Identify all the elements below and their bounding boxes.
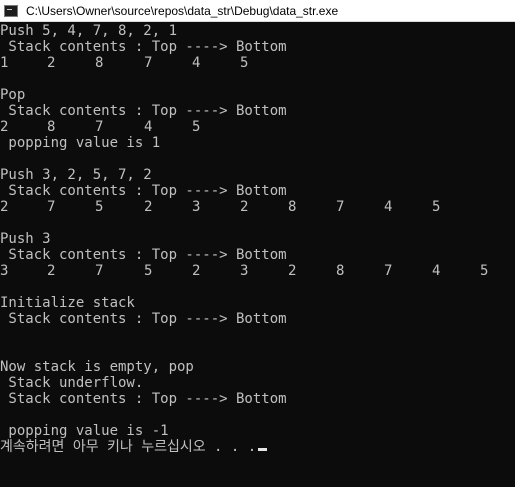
output-line: Push 3 <box>0 231 51 247</box>
stack-value: 5 <box>432 199 441 215</box>
output-line: popping value is 1 <box>0 135 161 151</box>
stack-value: 2 <box>240 199 249 215</box>
stack-value: 7 <box>95 119 104 135</box>
stack-value: 5 <box>144 263 153 279</box>
title-bar[interactable]: C:\Users\Owner\source\repos\data_str\Deb… <box>0 0 515 22</box>
stack-values-row: 2 8 7 4 5 <box>0 119 515 135</box>
stack-value: 2 <box>288 263 297 279</box>
stack-value: 5 <box>192 119 201 135</box>
stack-value: 2 <box>47 263 56 279</box>
stack-value: 5 <box>95 199 104 215</box>
console-window: C:\Users\Owner\source\repos\data_str\Deb… <box>0 0 515 487</box>
output-line: Initialize stack <box>0 295 135 311</box>
stack-values-row: 1 2 8 7 4 5 <box>0 55 515 71</box>
stack-value: 8 <box>47 119 56 135</box>
stack-value: 2 <box>192 263 201 279</box>
stack-value: 3 <box>192 199 201 215</box>
stack-value: 8 <box>95 55 104 71</box>
stack-value: 5 <box>480 263 489 279</box>
output-line: popping value is -1 <box>0 423 169 439</box>
stack-value: 4 <box>144 119 153 135</box>
stack-value: 5 <box>240 55 249 71</box>
stack-value: 2 <box>0 199 9 215</box>
output-line: Push 3, 2, 5, 7, 2 <box>0 167 152 183</box>
stack-value: 7 <box>95 263 104 279</box>
output-line: Now stack is empty, pop <box>0 359 194 375</box>
output-line: Stack contents : Top ----> Bottom <box>0 103 287 119</box>
stack-value: 7 <box>47 199 56 215</box>
stack-value: 2 <box>144 199 153 215</box>
output-line: Stack contents : Top ----> Bottom <box>0 39 287 55</box>
stack-value: 4 <box>432 263 441 279</box>
stack-value: 1 <box>0 55 9 71</box>
console-output[interactable]: Push 5, 4, 7, 8, 2, 1 Stack contents : T… <box>0 23 515 487</box>
output-line: Push 5, 4, 7, 8, 2, 1 <box>0 23 178 39</box>
stack-value: 7 <box>384 263 393 279</box>
window-title: C:\Users\Owner\source\repos\data_str\Deb… <box>26 3 339 18</box>
stack-value: 8 <box>288 199 297 215</box>
output-line: Pop <box>0 87 26 103</box>
continue-prompt: 계속하려면 아무 키나 누르십시오 . . . <box>0 439 257 455</box>
stack-values-row: 3 2 7 5 2 3 2 8 7 4 5 <box>0 263 515 279</box>
stack-value: 2 <box>47 55 56 71</box>
stack-values-row: 2 7 5 2 3 2 8 7 4 5 <box>0 199 515 215</box>
output-line: Stack contents : Top ----> Bottom <box>0 311 287 327</box>
output-line: Stack contents : Top ----> Bottom <box>0 183 287 199</box>
prompt-line: 계속하려면 아무 키나 누르십시오 . . . <box>0 439 515 455</box>
stack-value: 4 <box>384 199 393 215</box>
stack-value: 2 <box>0 119 9 135</box>
stack-value: 8 <box>336 263 345 279</box>
text-cursor <box>258 448 268 451</box>
output-line: Stack contents : Top ----> Bottom <box>0 391 287 407</box>
console-app-icon <box>4 4 18 17</box>
stack-value: 3 <box>0 263 9 279</box>
stack-value: 4 <box>192 55 201 71</box>
stack-value: 7 <box>144 55 153 71</box>
stack-value: 3 <box>240 263 249 279</box>
output-line: Stack contents : Top ----> Bottom <box>0 247 287 263</box>
output-line: Stack underflow. <box>0 375 144 391</box>
stack-value: 7 <box>336 199 345 215</box>
